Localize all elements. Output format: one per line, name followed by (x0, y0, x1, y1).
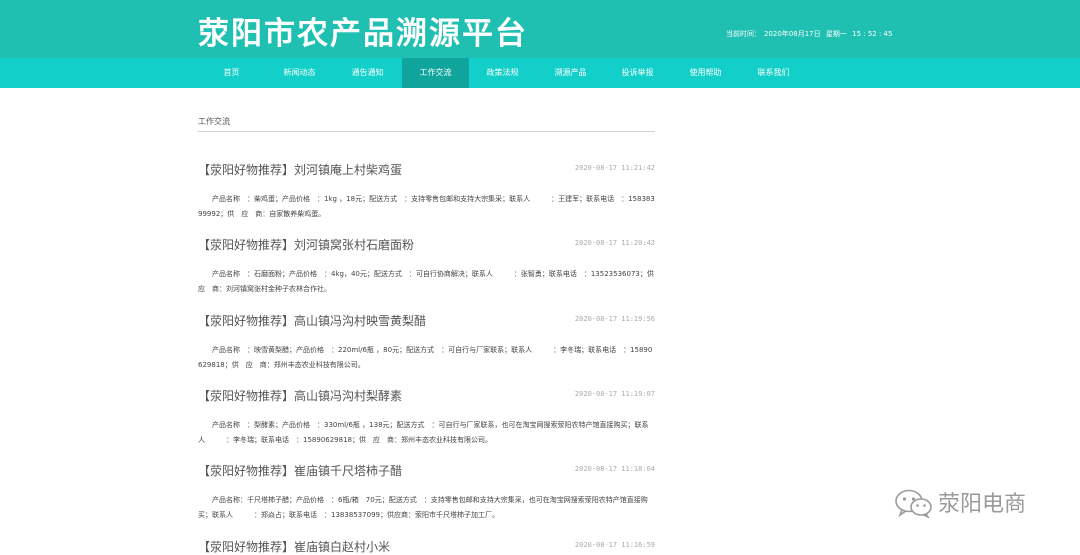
article-time: 2020-08-17 11:20:42 (574, 239, 655, 247)
nav-contact[interactable]: 联系我们 (740, 58, 807, 88)
article-summary: 产品名称 ：柴鸡蛋；产品价格 ：1kg ，18元；配送方式 ：支持零售包邮和支持… (198, 195, 655, 218)
nav-home[interactable]: 首页 (198, 58, 265, 88)
article-time: 2020-08-17 11:19:56 (574, 315, 655, 323)
article-time: 2020-08-17 11:19:07 (574, 390, 655, 398)
nav-notices[interactable]: 通告通知 (334, 58, 401, 88)
nav-trace-products[interactable]: 溯源产品 (537, 58, 604, 88)
clock-label: 当前时间： (726, 30, 761, 38)
clock-weekday: 星期一 (825, 30, 847, 38)
nav-complaints[interactable]: 投诉举报 (604, 58, 671, 88)
breadcrumb: 工作交流 (198, 117, 230, 126)
article-title-link[interactable]: 【荥阳好物推荐】崔庙镇千尺塔柿子醋 (198, 462, 402, 479)
article-summary: 产品名称：千尺塔柿子醋；产品价格 ：6瓶/箱 70元；配送方式 ：支持零售包邮和… (198, 496, 648, 519)
site-header: 荥阳市农产品溯源平台 当前时间： 2020年08月17日 星期一 15 : 52 … (0, 0, 1080, 58)
article-title-link[interactable]: 【荥阳好物推荐】崔庙镇白赵村小米 (198, 538, 390, 555)
header-clock: 当前时间： 2020年08月17日 星期一 15 : 52 : 45 (726, 29, 895, 39)
wechat-icon (895, 489, 932, 518)
article-title-link[interactable]: 【荥阳好物推荐】刘河镇窝张村石磨面粉 (198, 236, 414, 253)
article-time: 2020-08-17 11:21:42 (574, 164, 655, 172)
clock-time: 15 : 52 : 45 (852, 30, 893, 38)
nav-work-exchange[interactable]: 工作交流 (402, 58, 469, 88)
site-title: 荥阳市农产品溯源平台 (198, 16, 528, 52)
breadcrumb-divider (198, 131, 655, 132)
article-summary: 产品名称 ：梨酵素；产品价格 ：330ml/6瓶 ，138元；配送方式 ：可自行… (198, 421, 649, 444)
watermark-text: 荥阳电商 (938, 492, 1027, 517)
article-title-link[interactable]: 【荥阳好物推荐】高山镇冯沟村梨酵素 (198, 387, 402, 404)
nav-help[interactable]: 使用帮助 (672, 58, 739, 88)
article-time: 2020-08-17 11:16:59 (574, 541, 655, 549)
article-summary: 产品名称 ：石磨面粉；产品价格 ：4kg，40元；配送方式 ：可自行协商解决；联… (198, 270, 661, 293)
clock-date: 2020年08月17日 (764, 30, 821, 38)
article-title-link[interactable]: 【荥阳好物推荐】刘河镇庵上村柴鸡蛋 (198, 161, 402, 178)
nav-news[interactable]: 新闻动态 (266, 58, 333, 88)
nav-policies[interactable]: 政策法规 (469, 58, 536, 88)
article-title-link[interactable]: 【荥阳好物推荐】高山镇冯沟村映雪黄梨醋 (198, 312, 426, 329)
main-nav: 首页 新闻动态 通告通知 工作交流 政策法规 溯源产品 投诉举报 使用帮助 联系… (0, 58, 1080, 88)
article-summary: 产品名称 ：映雪黄梨醋；产品价格 ：220ml/6瓶 ，80元；配送方式 ：可自… (198, 346, 653, 369)
article-time: 2020-08-17 11:18:04 (574, 465, 655, 473)
